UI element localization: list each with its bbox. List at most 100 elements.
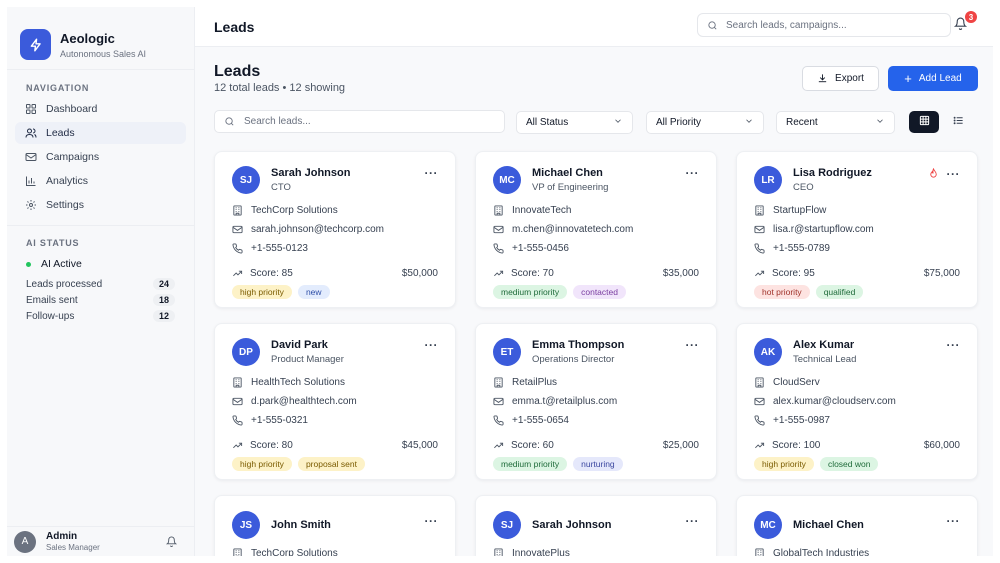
export-button[interactable]: Export <box>802 66 879 91</box>
more-options-icon[interactable]: ··· <box>425 167 439 179</box>
user-name: Admin <box>46 531 78 542</box>
status-badge: qualified <box>815 285 864 299</box>
lead-company: InnovateTech <box>493 201 699 220</box>
lead-card[interactable]: ET Emma Thompson Operations Director ···… <box>475 323 717 480</box>
email-text: lisa.r@startupflow.com <box>773 224 874 235</box>
sidebar-item-leads[interactable]: Leads <box>15 122 186 144</box>
lead-score: Score: 80 <box>250 439 293 451</box>
lead-phone[interactable]: +1-555-0654 <box>493 411 699 430</box>
building-icon <box>754 376 766 389</box>
search-icon <box>224 116 235 127</box>
bell-icon[interactable] <box>166 536 177 547</box>
phone-text: +1-555-0321 <box>251 415 308 426</box>
building-icon <box>232 547 244 556</box>
grid-icon <box>919 115 930 129</box>
building-icon <box>493 204 505 217</box>
export-label: Export <box>835 73 864 84</box>
lead-card[interactable]: AK Alex Kumar Technical Lead ··· CloudSe… <box>736 323 978 480</box>
more-options-icon[interactable]: ··· <box>425 515 439 527</box>
select-value: All Priority <box>656 117 702 128</box>
lead-card[interactable]: SJ Sarah Johnson ··· InnovatePlus <box>475 495 717 556</box>
more-options-icon[interactable]: ··· <box>947 168 961 180</box>
sidebar-item-dashboard[interactable]: Dashboard <box>15 98 186 120</box>
count-badge: 18 <box>152 294 175 306</box>
lead-card[interactable]: LR Lisa Rodriguez CEO ··· StartupFlow li… <box>736 151 978 308</box>
sort-select[interactable]: Recent <box>776 111 895 134</box>
lead-title: CEO <box>793 182 814 193</box>
lead-phone[interactable]: +1-555-0123 <box>232 239 438 258</box>
sidebar-item-campaigns[interactable]: Campaigns <box>15 146 186 168</box>
avatar: MC <box>493 166 521 194</box>
bar-chart-icon <box>25 175 37 187</box>
mail-icon <box>232 224 244 236</box>
phone-icon <box>493 242 505 255</box>
priority-filter-select[interactable]: All Priority <box>646 111 764 134</box>
building-icon <box>493 547 505 556</box>
lead-phone[interactable]: +1-555-0321 <box>232 411 438 430</box>
lead-card[interactable]: DP David Park Product Manager ··· Health… <box>214 323 456 480</box>
more-options-icon[interactable]: ··· <box>947 339 961 351</box>
lead-email[interactable]: lisa.r@startupflow.com <box>754 220 960 239</box>
avatar: JS <box>232 511 260 539</box>
lead-email[interactable]: sarah.johnson@techcorp.com <box>232 220 438 239</box>
building-icon <box>232 204 244 217</box>
ai-active-indicator: AI Active <box>7 254 194 274</box>
lead-card[interactable]: JS John Smith ··· TechCorp Solutions <box>214 495 456 556</box>
user-profile[interactable]: A Admin Sales Manager <box>7 526 194 556</box>
mail-icon <box>493 224 505 236</box>
more-options-icon[interactable]: ··· <box>686 515 700 527</box>
priority-badge: high priority <box>232 457 292 471</box>
lead-search-input[interactable]: Search leads... <box>214 110 505 133</box>
list-view-toggle[interactable] <box>943 111 973 133</box>
phone-icon <box>754 414 766 427</box>
mail-icon <box>493 396 505 408</box>
status-filter-select[interactable]: All Status <box>516 111 633 134</box>
trending-up-icon <box>493 268 505 279</box>
lead-card[interactable]: MC Michael Chen ··· GlobalTech Industrie… <box>736 495 978 556</box>
notifications-button[interactable]: 3 <box>953 11 977 33</box>
more-options-icon[interactable]: ··· <box>686 339 700 351</box>
trending-up-icon <box>754 268 766 279</box>
more-options-icon[interactable]: ··· <box>947 515 961 527</box>
ai-status-heading: AI STATUS <box>26 238 80 248</box>
lead-company: TechCorp Solutions <box>232 544 438 556</box>
status-badge: contacted <box>573 285 626 299</box>
lead-name: Lisa Rodriguez <box>793 167 872 179</box>
page-title: Leads <box>214 63 261 80</box>
global-search-input[interactable]: Search leads, campaigns... <box>697 13 951 37</box>
count-badge: 12 <box>152 310 175 322</box>
grid-view-toggle[interactable] <box>909 111 939 133</box>
lead-card[interactable]: SJ Sarah Johnson CTO ··· TechCorp Soluti… <box>214 151 456 308</box>
trending-up-icon <box>754 440 766 451</box>
lead-email[interactable]: m.chen@innovatetech.com <box>493 220 699 239</box>
avatar: AK <box>754 338 782 366</box>
lead-email[interactable]: emma.t@retailplus.com <box>493 392 699 411</box>
company-text: TechCorp Solutions <box>251 548 338 556</box>
lead-phone[interactable]: +1-555-0789 <box>754 239 960 258</box>
more-options-icon[interactable]: ··· <box>686 167 700 179</box>
lead-phone[interactable]: +1-555-0987 <box>754 411 960 430</box>
lead-name: Emma Thompson <box>532 339 625 351</box>
avatar: MC <box>754 511 782 539</box>
lead-title: Operations Director <box>532 354 615 365</box>
phone-text: +1-555-0123 <box>251 243 308 254</box>
sidebar-item-analytics[interactable]: Analytics <box>15 170 186 192</box>
plus-icon: + <box>904 70 912 86</box>
lead-email[interactable]: d.park@healthtech.com <box>232 392 438 411</box>
lead-score-row: Score: 60 $25,000 <box>493 435 699 455</box>
lead-score: Score: 60 <box>511 439 554 451</box>
lead-phone[interactable]: +1-555-0456 <box>493 239 699 258</box>
trending-up-icon <box>493 440 505 451</box>
lead-name: Michael Chen <box>793 519 864 531</box>
sidebar-item-settings[interactable]: Settings <box>15 194 186 216</box>
lead-email[interactable]: alex.kumar@cloudserv.com <box>754 392 960 411</box>
brand[interactable]: Aeologic Autonomous Sales AI <box>7 7 194 69</box>
lead-card[interactable]: MC Michael Chen VP of Engineering ··· In… <box>475 151 717 308</box>
stat-leads-processed: Leads processed 24 <box>7 276 194 292</box>
phone-icon <box>232 414 244 427</box>
more-options-icon[interactable]: ··· <box>425 339 439 351</box>
add-lead-button[interactable]: + Add Lead <box>888 66 978 91</box>
building-icon <box>754 204 766 217</box>
lead-name: David Park <box>271 339 328 351</box>
count-badge: 24 <box>152 278 175 290</box>
